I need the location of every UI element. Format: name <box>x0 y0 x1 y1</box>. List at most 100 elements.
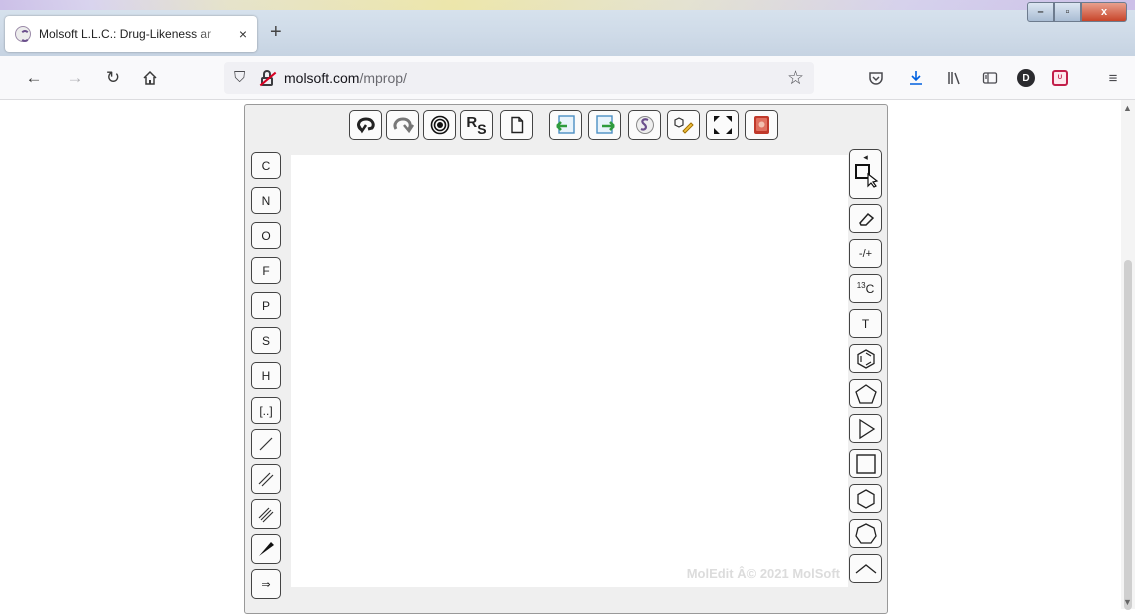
molsoft-favicon-icon <box>15 26 31 42</box>
pocket-icon[interactable] <box>866 68 886 88</box>
fullscreen-button[interactable] <box>706 110 739 140</box>
atom-s-label: S <box>261 333 270 348</box>
import-icon <box>555 115 575 134</box>
tab-close-icon[interactable]: × <box>233 26 253 42</box>
molsoft-button[interactable] <box>628 110 661 140</box>
center-view-button[interactable] <box>423 110 456 140</box>
undo-button[interactable] <box>349 110 382 140</box>
tab-title: Molsoft L.L.C.: Drug-Likeness ar <box>39 27 212 41</box>
lasso-select-icon <box>854 164 878 188</box>
single-bond-icon <box>259 437 273 451</box>
atom-s-button[interactable]: S <box>251 327 281 354</box>
home-icon[interactable] <box>138 66 162 90</box>
minimize-button[interactable]: – <box>1027 2 1054 22</box>
atom-o-button[interactable]: O <box>251 222 281 249</box>
maximize-button[interactable]: ▫ <box>1054 2 1081 22</box>
insecure-lock-icon[interactable] <box>258 69 277 87</box>
ublock-extension-icon[interactable]: ᵁ <box>1050 68 1070 88</box>
wedge-bond-icon <box>259 542 274 556</box>
pentagon-icon <box>854 383 877 404</box>
export-button[interactable] <box>588 110 621 140</box>
benzene-icon <box>856 348 875 369</box>
moledit-copyright: MolEdit Â© 2021 MolSoft <box>686 566 840 581</box>
stereo-rs-button[interactable]: RS <box>460 110 493 140</box>
cyclohexane-button[interactable] <box>849 484 882 513</box>
isotope-label: 13C <box>856 281 875 296</box>
atom-f-button[interactable]: F <box>251 257 281 284</box>
atom-c-button[interactable]: C <box>251 152 281 179</box>
single-bond-button[interactable] <box>251 429 281 459</box>
cyclobutane-button[interactable] <box>849 449 882 478</box>
atom-n-label: N <box>261 193 271 208</box>
atom-h-label: H <box>261 368 271 383</box>
cyclopropane-button[interactable] <box>849 414 882 443</box>
bookmark-star-icon[interactable]: ☆ <box>787 67 804 90</box>
back-arrow-icon[interactable]: ← <box>22 66 46 90</box>
atom-p-button[interactable]: P <box>251 292 281 319</box>
page-content: RS C N O F P S H [..] ⇒ MolEdit Â© 2021 … <box>0 100 1135 614</box>
redo-button[interactable] <box>386 110 419 140</box>
clean-structure-button[interactable] <box>667 110 700 140</box>
chain-icon <box>855 563 876 574</box>
avatar-initial: D <box>1017 69 1035 87</box>
address-bar[interactable]: ⛉ molsoft.com/mprop/ ☆ <box>224 62 814 94</box>
browser-tab[interactable]: Molsoft L.L.C.: Drug-Likeness ar × <box>5 16 257 52</box>
atom-p-label: P <box>261 298 270 313</box>
wedge-bond-button[interactable] <box>251 534 281 564</box>
scrollbar-thumb[interactable] <box>1124 260 1132 610</box>
double-bond-button[interactable] <box>251 464 281 494</box>
cyclopentane-button[interactable] <box>849 379 882 408</box>
atom-o-label: O <box>261 228 271 243</box>
benzene-ring-button[interactable] <box>849 344 882 373</box>
close-window-button[interactable]: x <box>1081 2 1127 22</box>
triple-bond-icon <box>258 507 274 523</box>
reload-icon[interactable]: ↻ <box>101 66 125 90</box>
drawing-canvas[interactable]: MolEdit Â© 2021 MolSoft <box>291 155 848 587</box>
new-document-button[interactable] <box>500 110 533 140</box>
eraser-button[interactable] <box>849 204 882 233</box>
window-controls: – ▫ x <box>1027 2 1127 22</box>
hamburger-menu-icon[interactable]: ≡ <box>1103 68 1123 88</box>
atom-list-label: [..] <box>259 403 273 418</box>
select-tool-button[interactable]: ◂ <box>849 149 882 199</box>
scroll-down-icon[interactable]: ▼ <box>1123 597 1132 607</box>
arrow-icon: ⇒ <box>261 578 271 591</box>
rs-icon: RS <box>466 114 487 137</box>
chain-button[interactable] <box>849 554 882 583</box>
square-icon <box>855 453 876 474</box>
charge-button[interactable]: -/+ <box>849 239 882 268</box>
title-bar-decoration <box>0 0 1135 10</box>
url-text[interactable]: molsoft.com/mprop/ <box>284 70 407 86</box>
forward-arrow-icon[interactable]: → <box>63 66 87 90</box>
book-icon <box>753 116 769 134</box>
document-icon <box>510 116 523 134</box>
collapse-palette-icon[interactable]: ◂ <box>863 152 868 162</box>
import-button[interactable] <box>549 110 582 140</box>
page-scrollbar[interactable]: ▲ ▼ <box>1121 100 1135 610</box>
atom-list-button[interactable]: [..] <box>251 397 281 424</box>
eraser-icon <box>858 212 874 226</box>
undo-icon <box>356 117 375 134</box>
atom-n-button[interactable]: N <box>251 187 281 214</box>
browser-title-bar: Molsoft L.L.C.: Drug-Likeness ar × + – ▫… <box>0 0 1135 56</box>
atom-c-label: C <box>261 158 271 173</box>
heptagon-icon <box>854 522 877 544</box>
library-icon[interactable] <box>944 68 964 88</box>
new-tab-button[interactable]: + <box>270 22 282 42</box>
cycloheptane-button[interactable] <box>849 519 882 548</box>
profile-avatar[interactable]: D <box>1016 68 1036 88</box>
molsoft-logo-icon <box>635 116 654 134</box>
arrow-tool-button[interactable]: ⇒ <box>251 569 281 599</box>
help-button[interactable] <box>745 110 778 140</box>
tracking-shield-icon[interactable]: ⛉ <box>234 70 250 86</box>
downloads-icon[interactable] <box>906 68 926 88</box>
redo-icon <box>392 117 414 134</box>
atom-h-button[interactable]: H <box>251 362 281 389</box>
text-tool-button[interactable]: T <box>849 309 882 338</box>
navigation-toolbar: ← → ↻ ⛉ molsoft.com/mprop/ ☆ D ᵁ ≡ <box>0 56 1135 100</box>
scroll-up-icon[interactable]: ▲ <box>1123 103 1132 113</box>
isotope-button[interactable]: 13C <box>849 274 882 303</box>
triple-bond-button[interactable] <box>251 499 281 529</box>
target-icon <box>430 115 449 135</box>
sidebar-icon[interactable] <box>980 68 1000 88</box>
